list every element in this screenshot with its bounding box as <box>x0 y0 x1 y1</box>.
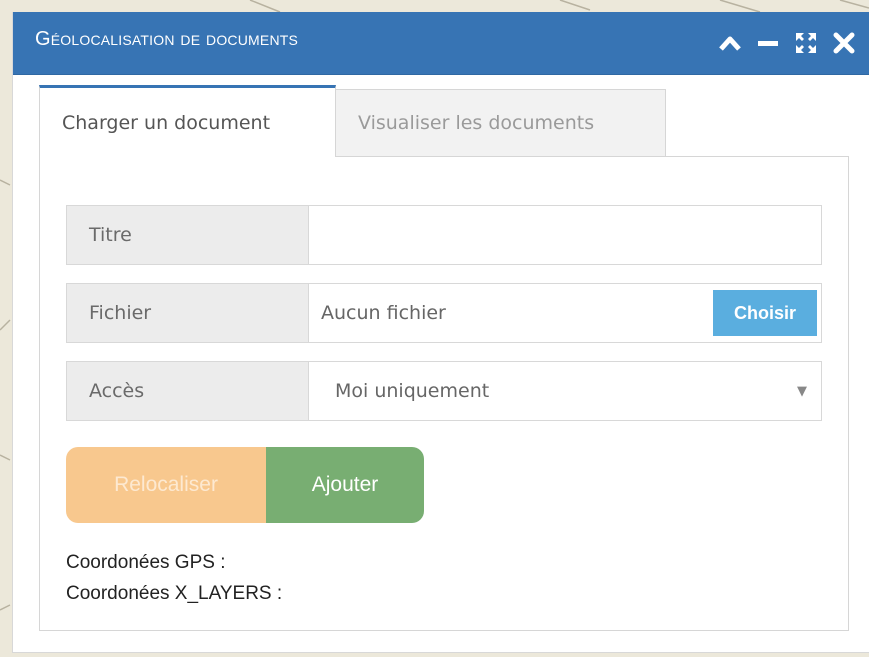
gps-coordinates-label: Coordonées GPS : <box>66 552 226 573</box>
access-label: Accès <box>67 362 309 420</box>
collapse-icon[interactable] <box>715 27 745 59</box>
tab-upload-document[interactable]: Charger un document <box>39 85 336 157</box>
expand-icon[interactable] <box>791 27 821 59</box>
window-title: Géolocalisation de documents <box>35 28 299 50</box>
access-select[interactable]: Moi uniquement ▼ <box>309 362 821 420</box>
relocate-button[interactable]: Relocaliser <box>66 447 266 523</box>
title-input[interactable] <box>309 206 821 264</box>
access-selected-value: Moi uniquement <box>335 380 490 402</box>
close-icon[interactable] <box>829 27 859 59</box>
file-row: Fichier Aucun fichier Choisir <box>66 283 822 343</box>
minimize-icon[interactable] <box>753 27 783 59</box>
access-row: Accès Moi uniquement ▼ <box>66 361 822 421</box>
choose-file-button[interactable]: Choisir <box>713 290 817 336</box>
file-name-display: Aucun fichier <box>321 302 446 324</box>
file-field[interactable]: Aucun fichier Choisir <box>309 284 821 342</box>
add-button[interactable]: Ajouter <box>266 447 424 523</box>
title-field-wrapper <box>309 206 821 264</box>
window-titlebar[interactable]: Géolocalisation de documents <box>13 12 869 75</box>
coordinates-info: Coordonées GPS : Coordonées X_LAYERS : <box>66 547 282 609</box>
title-row: Titre <box>66 205 822 265</box>
chevron-down-icon: ▼ <box>797 384 807 399</box>
layers-coordinates-label: Coordonées X_LAYERS : <box>66 583 283 604</box>
window-controls <box>715 27 859 59</box>
file-label: Fichier <box>67 284 309 342</box>
upload-panel: Titre Fichier Aucun fichier Choisir Accè… <box>39 156 849 631</box>
title-label: Titre <box>67 206 309 264</box>
tab-bar: Charger un document Visualiser les docum… <box>39 85 666 157</box>
tab-view-documents[interactable]: Visualiser les documents <box>336 89 666 157</box>
action-buttons: Relocaliser Ajouter <box>66 447 424 523</box>
geolocation-window: Géolocalisation de documents Charger un … <box>12 12 869 653</box>
